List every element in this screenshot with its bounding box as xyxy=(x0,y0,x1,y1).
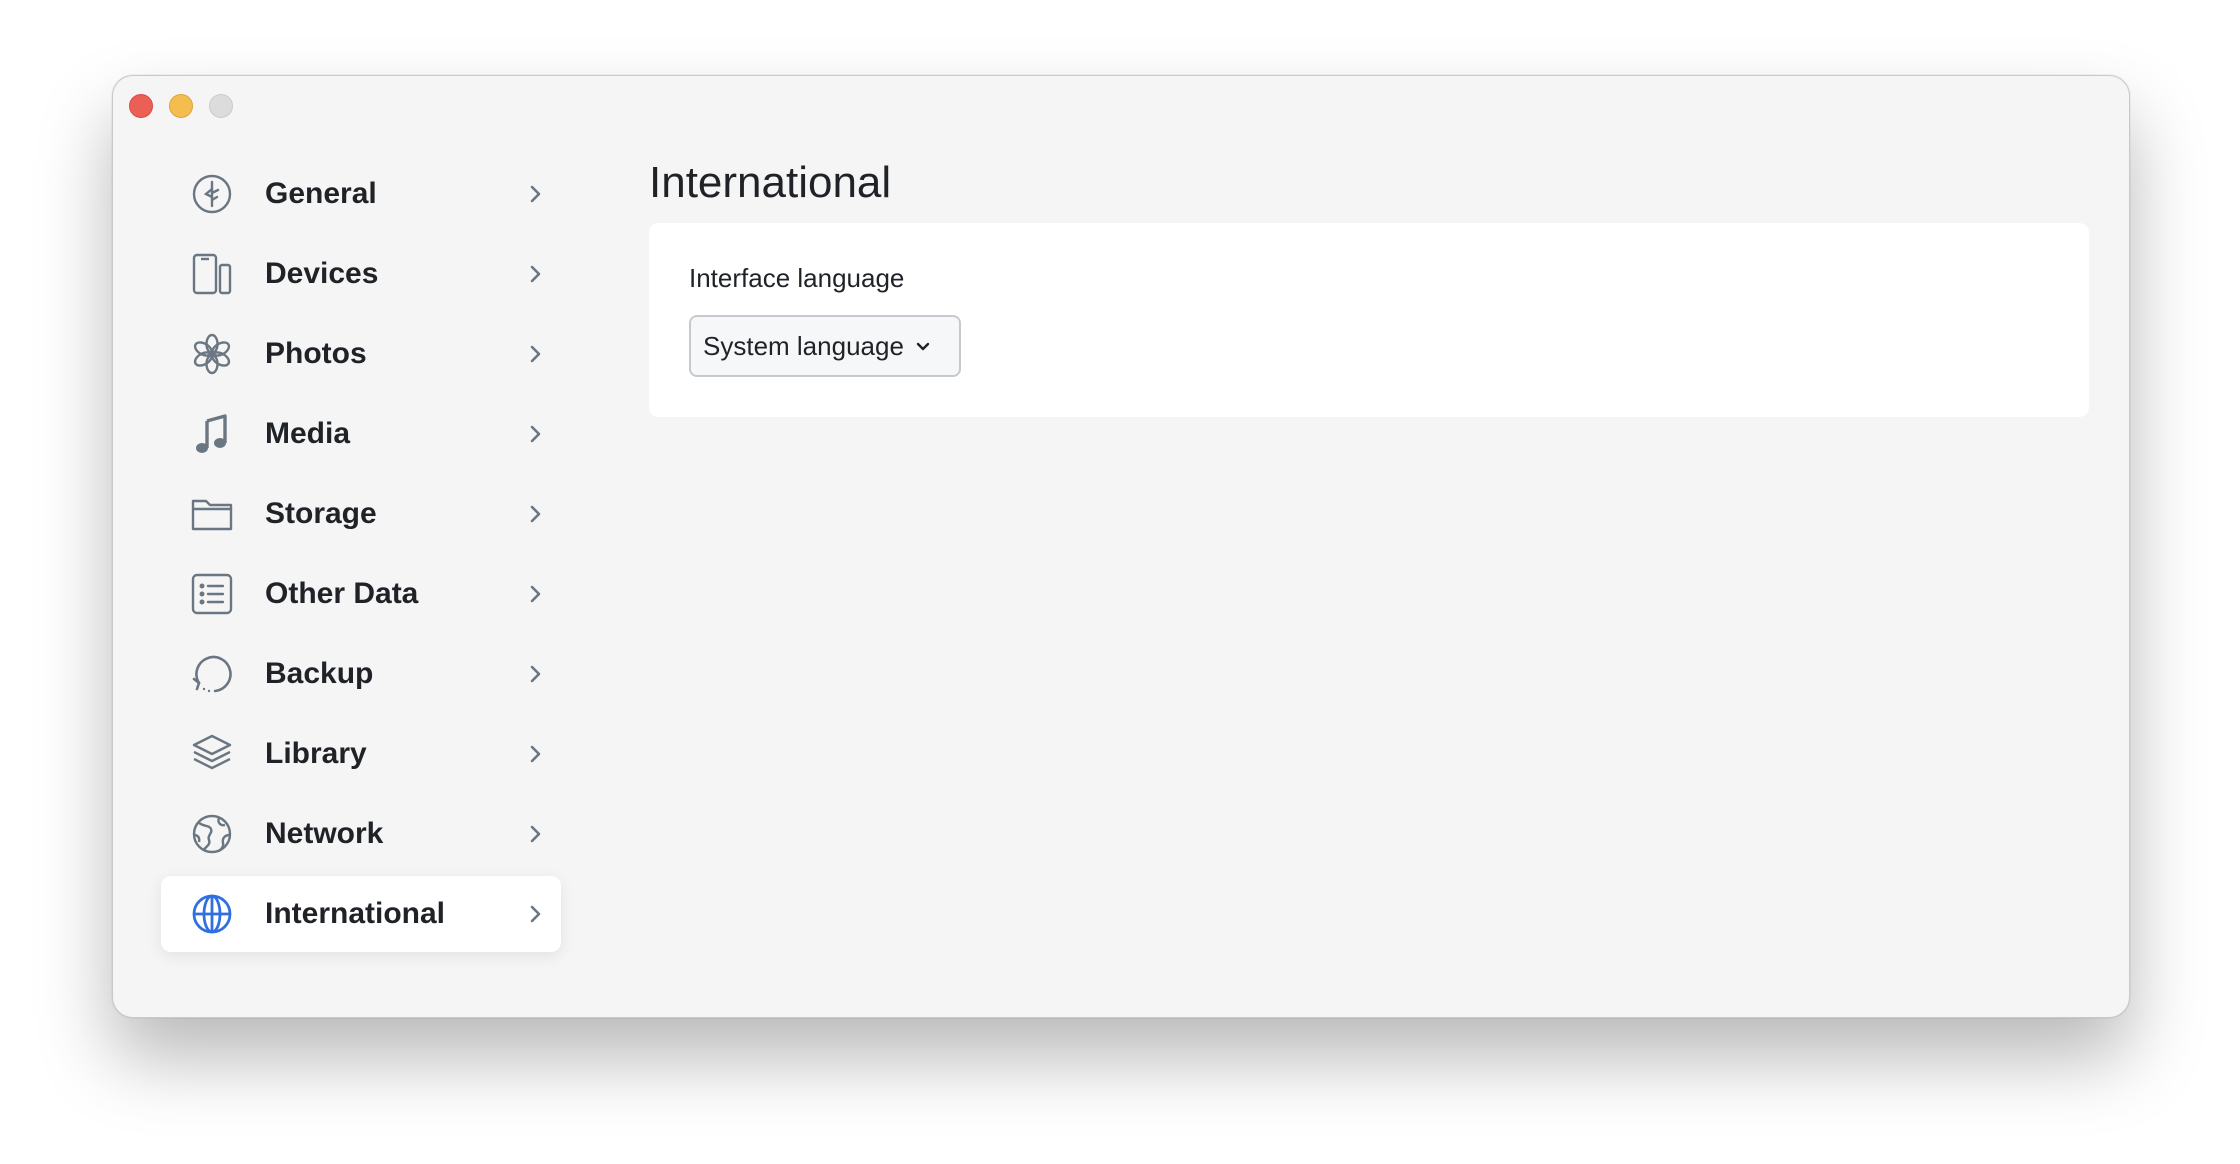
page-title: International xyxy=(649,158,892,207)
sidebar-item-other-data[interactable]: Other Data xyxy=(161,556,561,632)
window-controls xyxy=(129,94,233,118)
chevron-right-icon xyxy=(525,664,545,684)
chevron-right-icon xyxy=(525,904,545,924)
list-icon xyxy=(191,573,233,615)
sidebar-item-label: Devices xyxy=(265,257,379,290)
sidebar-item-label: Network xyxy=(265,817,384,850)
sidebar-item-label: General xyxy=(265,177,377,210)
sidebar-item-label: Library xyxy=(265,737,367,770)
select-value: System language xyxy=(703,330,904,361)
chevron-right-icon xyxy=(525,424,545,444)
chevron-right-icon xyxy=(525,344,545,364)
sidebar-item-storage[interactable]: Storage xyxy=(161,476,561,552)
sidebar-item-label: Storage xyxy=(265,497,377,530)
settings-window: General Devices Photos Media Storage Oth… xyxy=(112,75,2130,1018)
interface-language-select[interactable]: System language xyxy=(689,315,961,377)
minimize-window-button[interactable] xyxy=(169,94,193,118)
interface-language-label: Interface language xyxy=(689,263,905,293)
sidebar-item-label: Media xyxy=(265,417,351,450)
sidebar-item-devices[interactable]: Devices xyxy=(161,236,561,312)
globe-icon xyxy=(191,893,233,935)
devices-icon xyxy=(191,253,233,295)
folder-icon xyxy=(191,493,233,535)
sidebar-item-label: Photos xyxy=(265,337,367,370)
general-icon xyxy=(191,173,233,215)
chevron-right-icon xyxy=(525,744,545,764)
sidebar-item-general[interactable]: General xyxy=(161,156,561,232)
maximize-window-button[interactable] xyxy=(209,94,233,118)
chevron-right-icon xyxy=(525,504,545,524)
sidebar-item-photos[interactable]: Photos xyxy=(161,316,561,392)
sidebar: General Devices Photos Media Storage Oth… xyxy=(161,156,561,956)
sidebar-item-international[interactable]: International xyxy=(161,876,561,952)
chevron-down-icon xyxy=(914,337,932,355)
chevron-right-icon xyxy=(525,584,545,604)
sidebar-item-label: International xyxy=(265,897,446,930)
backup-icon xyxy=(191,653,233,695)
sidebar-item-network[interactable]: Network xyxy=(161,796,561,872)
close-window-button[interactable] xyxy=(129,94,153,118)
photos-icon xyxy=(191,333,233,375)
chevron-right-icon xyxy=(525,264,545,284)
sidebar-item-library[interactable]: Library xyxy=(161,716,561,792)
sidebar-item-backup[interactable]: Backup xyxy=(161,636,561,712)
sidebar-item-media[interactable]: Media xyxy=(161,396,561,472)
main-content: International Interface language System … xyxy=(649,156,2089,417)
sidebar-item-label: Backup xyxy=(265,657,374,690)
settings-card: Interface language System language xyxy=(649,223,2089,417)
network-globe-icon xyxy=(191,813,233,855)
layers-icon xyxy=(191,733,233,775)
music-note-icon xyxy=(191,413,233,455)
chevron-right-icon xyxy=(525,184,545,204)
sidebar-item-label: Other Data xyxy=(265,577,419,610)
chevron-right-icon xyxy=(525,824,545,844)
